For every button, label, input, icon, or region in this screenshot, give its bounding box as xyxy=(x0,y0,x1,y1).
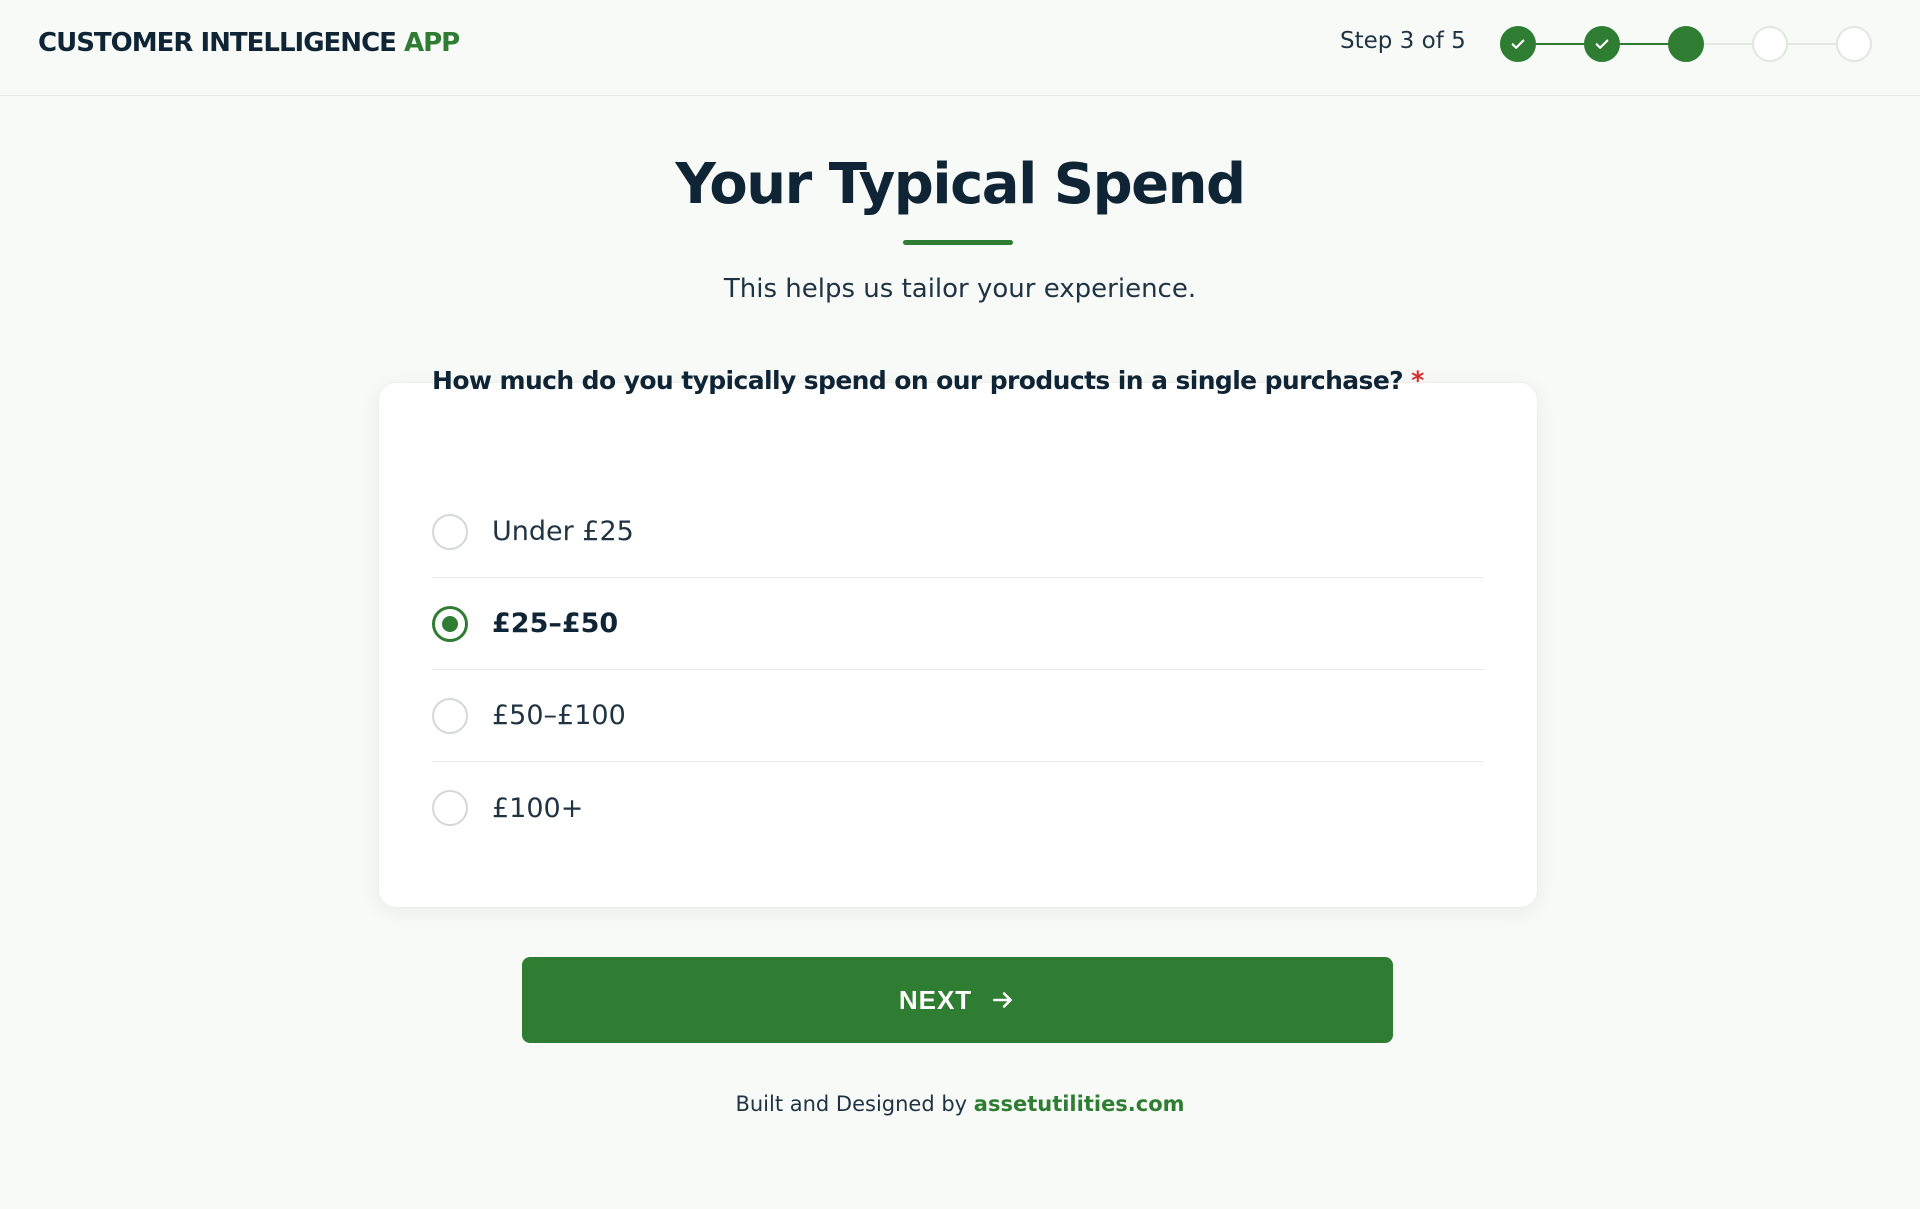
radio-selected-dot xyxy=(442,615,458,632)
title-underline xyxy=(903,240,1013,245)
option-label: £100+ xyxy=(492,792,584,824)
app-header: CUSTOMER INTELLIGENCE APP Step 3 of 5 xyxy=(0,0,1920,96)
page-subtitle: This helps us tailor your experience. xyxy=(723,274,1197,304)
step-connector xyxy=(1536,43,1586,45)
step-1-dot xyxy=(1500,26,1536,62)
radio-button-selected[interactable] xyxy=(432,605,468,642)
step-5-dot xyxy=(1836,26,1872,62)
step-4-dot xyxy=(1752,26,1788,62)
question-text: How much do you typically spend on our p… xyxy=(432,366,1404,395)
footer-credit: Built and Designed by assetutilities.com xyxy=(0,1092,1920,1116)
step-2-dot xyxy=(1584,26,1620,62)
footer-prefix: Built and Designed by xyxy=(735,1092,968,1116)
option-50-100[interactable]: £50–£100 xyxy=(432,670,1484,762)
option-under-25[interactable]: Under £25 xyxy=(432,486,1484,578)
required-asterisk: * xyxy=(1411,366,1424,395)
radio-button[interactable] xyxy=(432,697,468,734)
logo-accent-text: APP xyxy=(403,28,460,58)
step-connector xyxy=(1788,43,1838,45)
option-label: Under £25 xyxy=(492,516,634,547)
question-label: How much do you typically spend on our p… xyxy=(432,366,1532,395)
checkmark-icon xyxy=(1595,39,1609,49)
spend-options-group: Under £25 £25–£50 £50–£100 £100+ xyxy=(432,486,1484,854)
step-3-dot xyxy=(1668,26,1704,62)
checkmark-icon xyxy=(1511,39,1525,49)
next-button-label: NEXT xyxy=(898,984,973,1015)
next-button[interactable]: NEXT xyxy=(522,957,1393,1043)
option-100-plus[interactable]: £100+ xyxy=(432,762,1484,854)
logo-main-text: CUSTOMER INTELLIGENCE xyxy=(38,28,397,58)
step-connector xyxy=(1704,43,1754,45)
step-connector xyxy=(1620,43,1670,45)
progress-stepper xyxy=(1500,24,1880,64)
page-title: Your Typical Spend xyxy=(675,152,1246,217)
arrow-right-icon xyxy=(993,992,1013,1008)
option-label: £25–£50 xyxy=(492,608,619,639)
footer-link[interactable]: assetutilities.com xyxy=(974,1092,1185,1116)
app-logo[interactable]: CUSTOMER INTELLIGENCE APP xyxy=(38,28,460,58)
radio-button[interactable] xyxy=(432,790,468,826)
radio-button[interactable] xyxy=(432,513,468,550)
option-25-50[interactable]: £25–£50 xyxy=(432,578,1484,670)
step-indicator-label: Step 3 of 5 xyxy=(1340,28,1466,54)
option-label: £50–£100 xyxy=(492,700,626,731)
